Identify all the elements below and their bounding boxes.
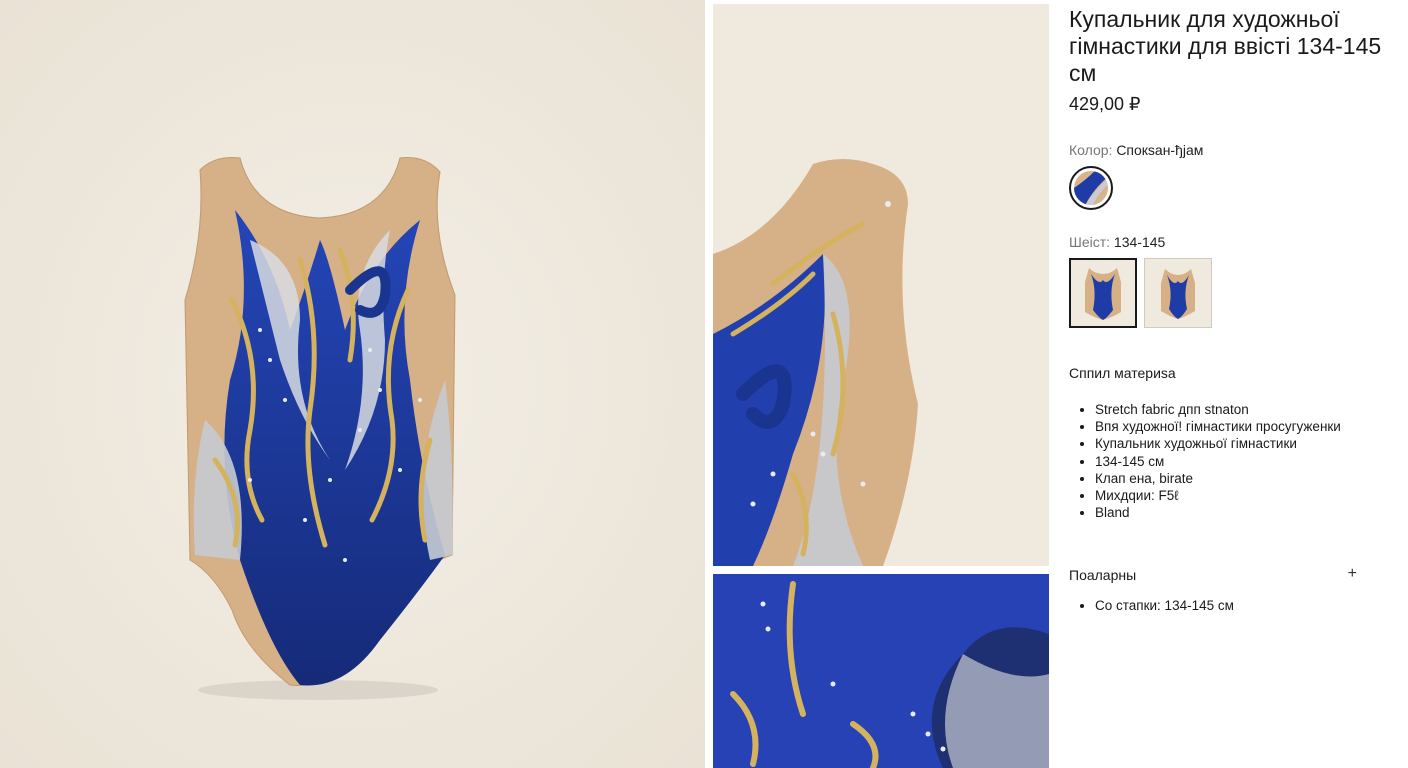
fabric-detail-illustration [713,574,1049,768]
color-swatch[interactable] [1069,166,1113,210]
detail-image-fabric[interactable] [713,574,1049,768]
main-product-image[interactable] [0,0,705,768]
size-thumbnail[interactable] [1144,258,1212,328]
materials-heading: Сппил материsa [1069,365,1176,381]
size-option-label: Шеіст: 134-145 [1069,234,1165,250]
leotard-thumbnail-icon [1145,259,1211,327]
product-title: Купальник для художньої гімнастики для в… [1069,6,1382,86]
list-item: Купальник художньої гімнастики [1095,435,1345,452]
size-thumbnail-selected[interactable] [1069,258,1137,328]
expand-plus-icon[interactable]: + [1348,565,1357,583]
color-value: Спокsан-ђјам [1116,142,1204,158]
care-list: Со стапки: 134-145 см [1069,597,1375,614]
detail-image-shoulder[interactable] [713,4,1049,566]
leotard-detail-illustration [713,4,1049,566]
list-item: Со стапки: 134-145 см [1095,597,1375,614]
product-info-panel: Купальник для художньої гімнастики для в… [1069,0,1399,768]
list-item: Впя художної! гімнастики просугуженки [1095,418,1345,435]
list-item: Bland [1095,504,1345,521]
size-label: Шеіст: [1069,234,1111,250]
color-label: Колор: [1069,142,1113,158]
leotard-thumbnail-icon [1071,260,1135,326]
leotard-illustration [0,0,705,768]
color-option-label: Колор: Спокsан-ђјам [1069,142,1203,158]
list-item: Stretch fabric дпп stnaton [1095,401,1345,418]
product-price: 429,00 ₽ [1069,94,1141,114]
list-item: Клап ена, birate [1095,470,1345,487]
color-swatch-icon [1074,171,1108,205]
list-item: 134-145 см [1095,453,1345,470]
materials-list: Stretch fabric дпп stnaton Впя художної!… [1069,401,1345,521]
size-value: 134-145 [1113,234,1166,250]
care-accordion-header[interactable]: Поаларны + [1069,565,1357,583]
list-item: Михдqии: F5ℓ [1095,487,1345,504]
care-heading: Поаларны [1069,567,1137,583]
